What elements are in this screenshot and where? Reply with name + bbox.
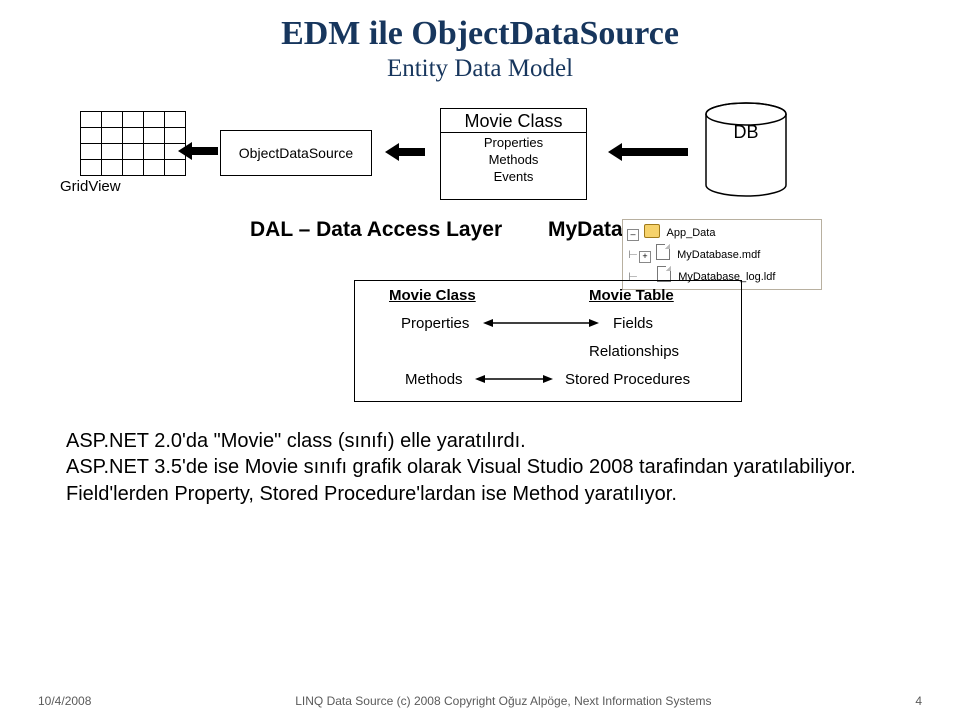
- title-text: EDM ile ObjectDataSource: [281, 15, 679, 52]
- subtitle-text: Entity Data Model: [0, 55, 960, 84]
- folder-icon: [644, 224, 660, 238]
- footer-copyright: LINQ Data Source (c) 2008 Copyright Oğuz…: [295, 694, 711, 708]
- objectdatasource-label: ObjectDataSource: [239, 145, 353, 161]
- tree-file1-label: MyDatabase.mdf: [677, 249, 760, 261]
- body-line2: ASP.NET 3.5'de ise Movie sınıfı grafik o…: [66, 454, 886, 480]
- mapping-arrow-methods-storedproc: [475, 372, 553, 386]
- arrow-db-to-movie: [608, 141, 688, 163]
- body-line1: ASP.NET 2.0'da "Movie" class (sınıfı) el…: [66, 428, 886, 454]
- movie-class-box: Movie Class Properties Methods Events: [440, 108, 587, 200]
- objectdatasource-box: ObjectDataSource: [220, 130, 372, 176]
- mapping-right-title: Movie Table: [589, 287, 674, 304]
- footer: 10/4/2008 LINQ Data Source (c) 2008 Copy…: [38, 694, 922, 708]
- mapping-left-properties: Properties: [401, 315, 469, 332]
- movie-class-title: Movie Class: [441, 109, 586, 133]
- gridview-label: GridView: [60, 178, 121, 195]
- body-text: ASP.NET 2.0'da "Movie" class (sınıfı) el…: [66, 428, 886, 507]
- mapping-left-title: Movie Class: [389, 287, 476, 304]
- dal-label: DAL – Data Access Layer: [250, 218, 502, 242]
- mapping-right-fields: Fields: [613, 315, 653, 332]
- movie-class-prop-properties: Properties: [441, 135, 586, 152]
- mapping-box: Movie Class Movie Table Properties Field…: [354, 280, 742, 402]
- tree-file1-row: ⊢+ MyDatabase.mdf: [627, 242, 817, 264]
- file-icon: [656, 244, 670, 260]
- database-label: DB: [720, 122, 772, 143]
- gridview-icon: [80, 111, 186, 176]
- movie-class-prop-events: Events: [441, 169, 586, 186]
- movie-class-prop-methods: Methods: [441, 152, 586, 169]
- mapping-arrow-properties-fields: [483, 316, 599, 330]
- mapping-right-storedproc: Stored Procedures: [565, 371, 690, 388]
- arrow-ods-to-grid: [178, 140, 218, 162]
- mapping-right-relationships: Relationships: [589, 343, 679, 360]
- slide-title: EDM ile ObjectDataSource Entity Data Mod…: [0, 14, 960, 84]
- database-icon: [705, 102, 787, 197]
- tree-folder-label: App_Data: [667, 227, 716, 239]
- mapping-left-methods: Methods: [405, 371, 463, 388]
- footer-date: 10/4/2008: [38, 694, 91, 708]
- arrow-movie-to-ods: [385, 141, 425, 163]
- body-line3: Field'lerden Property, Stored Procedure'…: [66, 481, 886, 507]
- footer-page: 4: [915, 694, 922, 708]
- tree-folder-row: – App_Data: [627, 222, 817, 242]
